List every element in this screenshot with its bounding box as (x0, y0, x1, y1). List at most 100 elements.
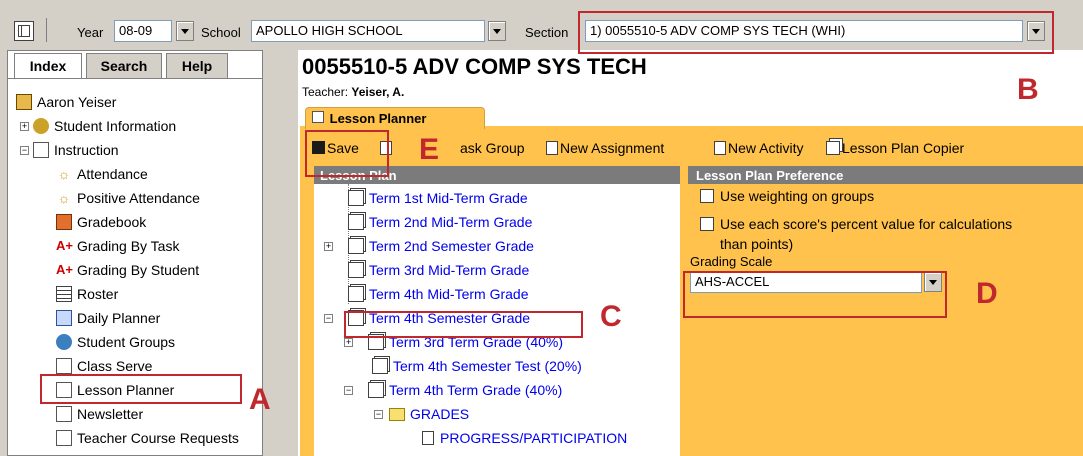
tree-label: Grading By Task (77, 238, 180, 254)
tree-student-groups[interactable]: Student Groups (16, 330, 262, 354)
tree-roster[interactable]: Roster (16, 282, 262, 306)
document-icon (422, 431, 434, 445)
section-label: Section (525, 25, 569, 40)
tree-label: Teacher Course Requests (77, 430, 239, 446)
tree-attendance[interactable]: ☼ Attendance (16, 162, 262, 186)
highlight-box-e (305, 130, 389, 177)
positive-attendance-icon: ☼ (57, 190, 71, 206)
tree-teacher-course-requests[interactable]: Teacher Course Requests (16, 426, 262, 450)
collapse-minus-icon[interactable]: − (374, 409, 383, 419)
tree-user[interactable]: Aaron Yeiser (16, 90, 262, 114)
folder-stack-icon (368, 382, 384, 398)
tree-label: Class Serve (77, 358, 153, 374)
tree-label: Student Information (54, 118, 177, 134)
tree-label: Roster (77, 286, 119, 302)
weighting-option[interactable]: Use weighting on groups (700, 188, 874, 204)
folder-stack-icon (348, 190, 364, 206)
plan-progress-participation[interactable]: PROGRESS/PARTICIPATION (410, 426, 627, 450)
tree-label: Grading By Student (77, 262, 200, 278)
page-title: 0055510-5 ADV COMP SYS TECH (302, 54, 647, 79)
plan-term-2nd-mid[interactable]: Term 2nd Mid-Term Grade (324, 210, 532, 234)
tree-label: Gradebook (77, 214, 147, 230)
tree-gradebook[interactable]: Gradebook (16, 210, 262, 234)
lesson-plan-copier-button[interactable]: Lesson Plan Copier (826, 140, 964, 156)
grading-student-icon: A+ (56, 262, 73, 277)
expand-plus-icon[interactable]: + (20, 121, 29, 131)
school-select[interactable]: APOLLO HIGH SCHOOL (251, 20, 485, 42)
tree-positive-attendance[interactable]: ☼ Positive Attendance (16, 186, 262, 210)
year-select[interactable]: 08-09 (114, 20, 172, 42)
grading-task-icon: A+ (56, 238, 73, 253)
lesson-planner-tab-icon (312, 111, 324, 123)
tab-lesson-planner[interactable]: Lesson Planner (305, 107, 485, 129)
folder-icon (389, 407, 405, 421)
marker-c: C (600, 300, 622, 333)
menu-toggle-icon[interactable] (14, 21, 34, 41)
tree-label: Positive Attendance (77, 190, 200, 206)
tree-instruction[interactable]: − Instruction (16, 138, 262, 162)
tree-label: Newsletter (77, 406, 144, 422)
preference-header: Lesson Plan Preference (688, 166, 1083, 184)
marker-d: D (976, 277, 998, 310)
newsletter-icon (56, 406, 72, 422)
task-group-label[interactable]: ask Group (460, 140, 525, 156)
tree-label: Instruction (54, 142, 119, 158)
school-dropdown-button[interactable] (488, 21, 506, 41)
collapse-minus-icon[interactable]: − (20, 145, 29, 155)
tree-grading-by-task[interactable]: A+ Grading By Task (16, 234, 262, 258)
tree-label: Attendance (77, 166, 148, 182)
tree-grading-by-student[interactable]: A+ Grading By Student (16, 258, 262, 282)
plan-term-1st-mid[interactable]: Term 1st Mid-Term Grade (324, 186, 528, 210)
plan-grades-folder[interactable]: − GRADES (374, 402, 469, 426)
attendance-icon: ☼ (57, 166, 71, 182)
folder-stack-icon (348, 238, 364, 254)
plan-term-3rd-mid[interactable]: Term 3rd Mid-Term Grade (324, 258, 529, 282)
daily-planner-icon (56, 310, 72, 326)
tab-help[interactable]: Help (166, 53, 228, 79)
gradebook-icon (56, 214, 72, 230)
plan-term-4th-term[interactable]: − Term 4th Term Grade (40%) (344, 378, 562, 402)
expand-plus-icon[interactable]: + (324, 241, 333, 251)
tab-underline (8, 78, 262, 79)
plan-term-4th-mid[interactable]: Term 4th Mid-Term Grade (324, 282, 528, 306)
percent-value-option[interactable]: Use each score's percent value for calcu… (700, 216, 1012, 232)
roster-icon (56, 286, 72, 302)
class-serve-icon (56, 358, 72, 374)
percent-value-option-line2: than points) (720, 236, 794, 252)
marker-e: E (419, 133, 440, 166)
highlight-box-b (578, 11, 1054, 54)
year-dropdown-button[interactable] (176, 21, 194, 41)
percent-value-checkbox[interactable] (700, 217, 714, 231)
folder-stack-icon (348, 262, 364, 278)
user-icon (16, 94, 32, 110)
teacher-line: Teacher: Yeiser, A. (302, 85, 404, 99)
tab-search[interactable]: Search (86, 53, 162, 79)
marker-b: B (1017, 73, 1039, 106)
teacher-name: Yeiser, A. (351, 85, 405, 99)
tree-daily-planner[interactable]: Daily Planner (16, 306, 262, 330)
tree-label: Student Groups (77, 334, 176, 350)
toolbar-divider (46, 18, 47, 42)
highlight-box-a (40, 374, 242, 404)
collapse-minus-icon[interactable]: − (344, 385, 353, 395)
plan-term-4th-semester-test[interactable]: Term 4th Semester Test (20%) (344, 354, 582, 378)
tree-student-information[interactable]: + Student Information (16, 114, 262, 138)
course-requests-icon (56, 430, 72, 446)
tree-newsletter[interactable]: Newsletter (16, 402, 262, 426)
copy-icon (826, 141, 840, 155)
new-document-icon (714, 141, 726, 155)
folder-stack-icon (348, 286, 364, 302)
plan-term-2nd-semester[interactable]: + Term 2nd Semester Grade (324, 234, 534, 258)
user-name: Aaron Yeiser (37, 94, 117, 110)
expand-plus-icon[interactable]: + (344, 337, 353, 347)
collapse-minus-icon[interactable]: − (324, 313, 333, 323)
year-label: Year (77, 25, 104, 40)
student-groups-icon (56, 334, 72, 350)
new-assignment-button[interactable]: New Assignment (546, 140, 664, 156)
weighting-checkbox[interactable] (700, 189, 714, 203)
grading-scale-label: Grading Scale (690, 254, 773, 269)
folder-stack-icon (372, 358, 388, 374)
tab-index[interactable]: Index (14, 53, 82, 79)
new-activity-button[interactable]: New Activity (714, 140, 803, 156)
tree-label: Daily Planner (77, 310, 161, 326)
